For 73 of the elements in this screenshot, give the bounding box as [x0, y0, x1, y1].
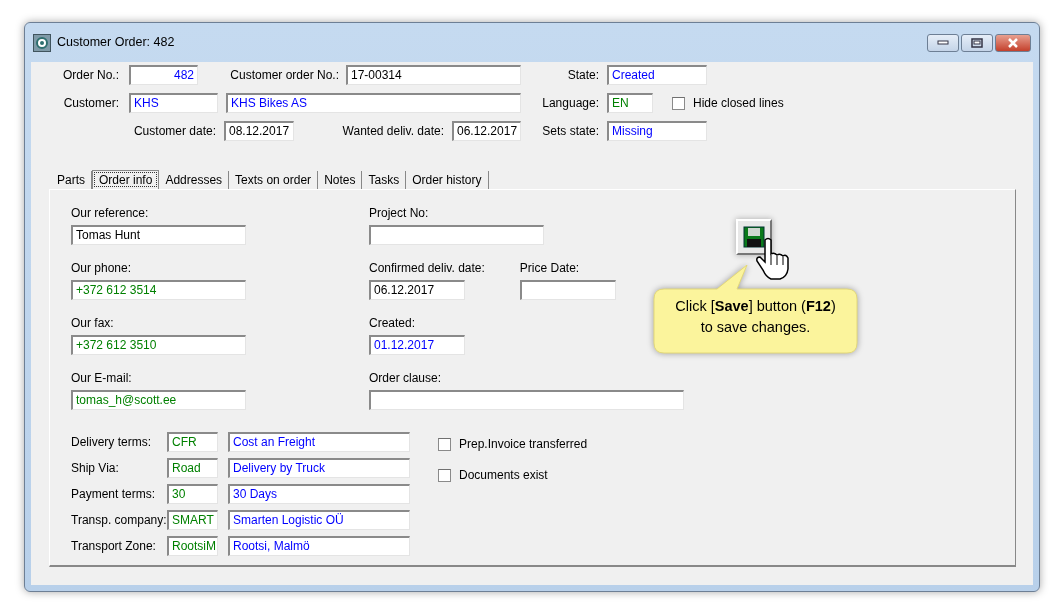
input-field[interactable]: +372 612 3514: [71, 280, 246, 300]
input-field[interactable]: CFR: [167, 432, 218, 452]
close-button[interactable]: [995, 34, 1031, 52]
input-field[interactable]: SMART: [167, 510, 218, 530]
window-title: Customer Order: 482: [57, 34, 175, 52]
field-label: Order No.:: [62, 67, 119, 84]
input-field[interactable]: Created: [607, 65, 707, 85]
checkbox[interactable]: [672, 96, 685, 110]
input-field[interactable]: 17-00314: [346, 65, 521, 85]
input-field[interactable]: EN: [607, 93, 653, 113]
input-field[interactable]: Rootsi, Malmö: [228, 536, 410, 556]
field-label: Our reference:: [71, 205, 150, 221]
input-field[interactable]: +372 612 3510: [71, 335, 246, 355]
field-label: Ship Via:: [71, 460, 120, 477]
field-label: Our fax:: [71, 315, 115, 331]
checkbox[interactable]: [438, 468, 451, 482]
checkbox[interactable]: [438, 437, 451, 451]
field-label: Customer date:: [132, 123, 216, 140]
input-field[interactable]: [369, 390, 684, 410]
input-field[interactable]: [369, 225, 544, 245]
field-label: Delivery terms:: [71, 434, 152, 451]
input-field[interactable]: 06.12.2017: [369, 280, 465, 300]
input-field[interactable]: Delivery by Truck: [228, 458, 410, 478]
field-label: Confirmed deliv. date:: [369, 260, 485, 276]
field-label: Wanted deliv. date:: [341, 123, 444, 140]
field-label: Language:: [541, 95, 599, 112]
input-field[interactable]: 30: [167, 484, 218, 504]
input-field[interactable]: 482: [129, 65, 198, 85]
input-field[interactable]: 01.12.2017: [369, 335, 465, 355]
field-label: Sets state:: [541, 123, 599, 140]
input-field[interactable]: Cost an Freight: [228, 432, 410, 452]
minimize-icon: [937, 40, 949, 46]
input-field[interactable]: RootsiM: [167, 536, 218, 556]
input-field[interactable]: KHS Bikes AS: [226, 93, 521, 113]
field-label: Transp. company:: [71, 512, 167, 529]
checkbox-label: Documents exist: [459, 467, 548, 484]
input-field[interactable]: Road: [167, 458, 218, 478]
hand-cursor-icon: [755, 237, 791, 281]
maximize-icon: [971, 38, 983, 48]
input-field[interactable]: Smarten Logistic OÜ: [228, 510, 410, 530]
input-field[interactable]: tomas_h@scott.ee: [71, 390, 246, 410]
tab[interactable]: Addresses: [159, 171, 230, 189]
tab[interactable]: Tasks: [362, 171, 407, 189]
field-label: Created:: [369, 315, 417, 331]
close-icon: [1007, 38, 1019, 48]
input-field[interactable]: 08.12.2017: [224, 121, 294, 141]
tab[interactable]: Texts on order: [229, 171, 319, 189]
input-field[interactable]: Tomas Hunt: [71, 225, 246, 245]
save-button[interactable]: [736, 219, 772, 255]
callout-text: Click [Save] button (F12) to save changes.: [674, 297, 837, 337]
checkbox-label: Prep.Invoice transferred: [459, 436, 588, 453]
field-label: Customer order No.:: [229, 67, 339, 84]
field-label: Order clause:: [369, 370, 443, 386]
field-label: Our E-mail:: [71, 370, 133, 386]
input-field[interactable]: 06.12.2017: [452, 121, 521, 141]
app-icon: [33, 33, 51, 52]
field-label: Our phone:: [71, 260, 133, 276]
field-label: Transport Zone:: [71, 538, 157, 555]
input-field[interactable]: 30 Days: [228, 484, 410, 504]
tab[interactable]: Order info: [92, 170, 160, 189]
field-label: Price Date:: [519, 260, 581, 276]
input-field[interactable]: [519, 280, 616, 300]
minimize-button[interactable]: [927, 34, 959, 52]
field-label: Customer:: [62, 95, 119, 112]
checkbox-label: Hide closed lines: [692, 95, 784, 112]
tab[interactable]: Notes: [318, 171, 363, 189]
field-label: State:: [566, 67, 599, 84]
input-field[interactable]: KHS: [129, 93, 218, 113]
maximize-button[interactable]: [961, 34, 993, 52]
tab[interactable]: Order history: [406, 171, 489, 189]
field-label: Payment terms:: [71, 486, 157, 503]
input-field[interactable]: Missing: [607, 121, 707, 141]
field-label: Project No:: [369, 205, 430, 221]
